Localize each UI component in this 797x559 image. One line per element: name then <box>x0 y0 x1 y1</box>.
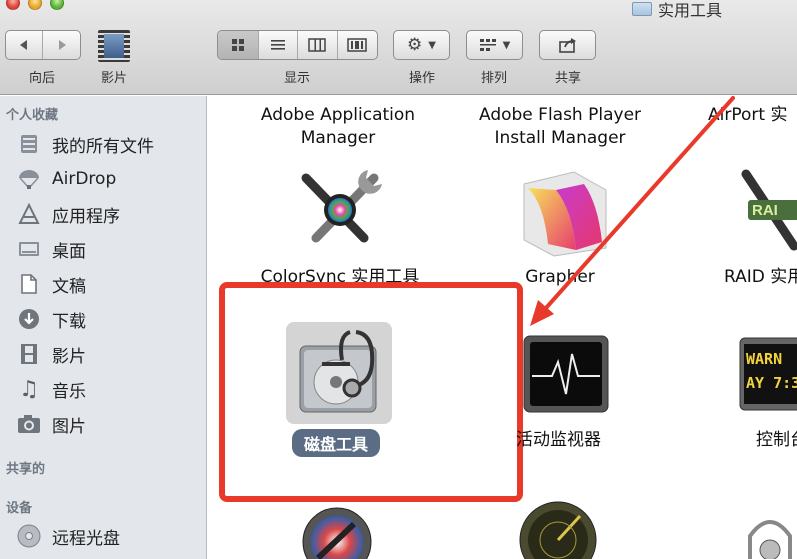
red-arrow-annotation <box>530 96 735 326</box>
remote-disc-icon <box>16 523 42 549</box>
list-view-button[interactable] <box>259 31 298 59</box>
file-browser-content: Adobe Application Manager Adobe Flash Pl… <box>208 96 797 559</box>
folder-icon <box>632 2 652 16</box>
sidebar-item-label: 我的所有文件 <box>52 136 154 157</box>
all-files-icon <box>16 131 42 157</box>
arrange-menu-button[interactable]: ▼ <box>466 30 523 60</box>
back-forward-group <box>5 30 81 60</box>
sidebar-item-remote-disc[interactable]: 远程光盘 <box>16 522 120 550</box>
forward-arrow-icon <box>58 40 66 50</box>
shared-header: 共享的 <box>6 462 46 477</box>
sidebar-item-label: 图片 <box>52 416 86 437</box>
zoom-window-button[interactable] <box>50 0 64 10</box>
arrange-label: 排列 <box>480 71 507 86</box>
sidebar-item-label: 应用程序 <box>52 206 120 227</box>
sidebar-item-documents[interactable]: 文稿 <box>16 270 86 298</box>
sidebar-item-label: 影片 <box>52 346 86 367</box>
back-label: 向后 <box>28 71 55 86</box>
sidebar-item-label: 远程光盘 <box>52 528 120 549</box>
sidebar-item-pictures[interactable]: 图片 <box>16 410 86 438</box>
icon-view-icon <box>231 39 244 51</box>
movies-toolbar-button[interactable] <box>98 30 130 62</box>
favorites-header: 个人收藏 <box>6 108 59 123</box>
action-menu-button[interactable]: ⚙ ▼ <box>393 30 450 60</box>
coverflow-view-button[interactable] <box>338 31 378 59</box>
documents-icon <box>16 271 42 297</box>
list-view-icon <box>270 40 285 50</box>
sidebar-item-label: 桌面 <box>52 241 86 262</box>
movies-toolbar-label: 影片 <box>100 71 127 86</box>
sidebar-item-label: AirDrop <box>52 169 117 189</box>
share-icon <box>558 38 576 53</box>
view-label: 显示 <box>283 71 310 86</box>
window-controls <box>6 0 64 10</box>
arrange-grid-icon <box>479 39 496 51</box>
sidebar-item-desktop[interactable]: 桌面 <box>16 235 86 263</box>
back-button[interactable] <box>6 31 44 59</box>
share-button[interactable] <box>539 30 596 60</box>
applications-icon <box>16 201 42 227</box>
window-title: 实用工具 <box>632 0 722 21</box>
toolbar: 实用工具 向后 影片 显示 ⚙ ▼ 操作 ▼ 排列 共享 <box>0 0 797 95</box>
sidebar-item-label: 音乐 <box>52 381 86 402</box>
view-mode-group <box>217 30 378 60</box>
window-title-text: 实用工具 <box>658 1 723 20</box>
column-view-button[interactable] <box>298 31 338 59</box>
devices-header: 设备 <box>6 501 33 516</box>
action-label: 操作 <box>408 71 435 86</box>
chevron-down-icon: ▼ <box>502 39 511 51</box>
sidebar-item-movies[interactable]: 影片 <box>16 340 86 368</box>
sidebar-item-airdrop[interactable]: AirDrop <box>16 165 116 193</box>
desktop-icon <box>16 236 42 262</box>
sidebar-item-applications[interactable]: 应用程序 <box>16 200 120 228</box>
chevron-down-icon: ▼ <box>428 39 436 51</box>
icon-view-button[interactable] <box>218 31 259 59</box>
sidebar-item-music[interactable]: ♫ 音乐 <box>16 375 86 403</box>
share-label: 共享 <box>554 71 581 86</box>
back-arrow-icon <box>20 40 27 50</box>
movies-icon <box>16 341 42 367</box>
sidebar-item-all-files[interactable]: 我的所有文件 <box>16 130 154 158</box>
column-view-icon <box>308 38 326 52</box>
sidebar-item-downloads[interactable]: 下载 <box>16 305 86 333</box>
gear-icon: ⚙ <box>407 35 423 55</box>
pictures-icon <box>16 411 42 437</box>
sidebar-item-label: 文稿 <box>52 276 86 297</box>
film-icon <box>98 30 130 62</box>
sidebar-item-label: 下载 <box>52 311 86 332</box>
close-window-button[interactable] <box>6 0 20 10</box>
coverflow-view-icon <box>347 38 367 52</box>
forward-button[interactable] <box>43 31 80 59</box>
airdrop-icon <box>16 166 42 192</box>
downloads-icon <box>16 306 42 332</box>
music-icon: ♫ <box>19 376 39 402</box>
minimize-window-button[interactable] <box>28 0 42 10</box>
sidebar: 个人收藏 我的所有文件 AirDrop 应用程序 桌面 文稿 下载 影片 ♫ 音… <box>0 96 207 559</box>
